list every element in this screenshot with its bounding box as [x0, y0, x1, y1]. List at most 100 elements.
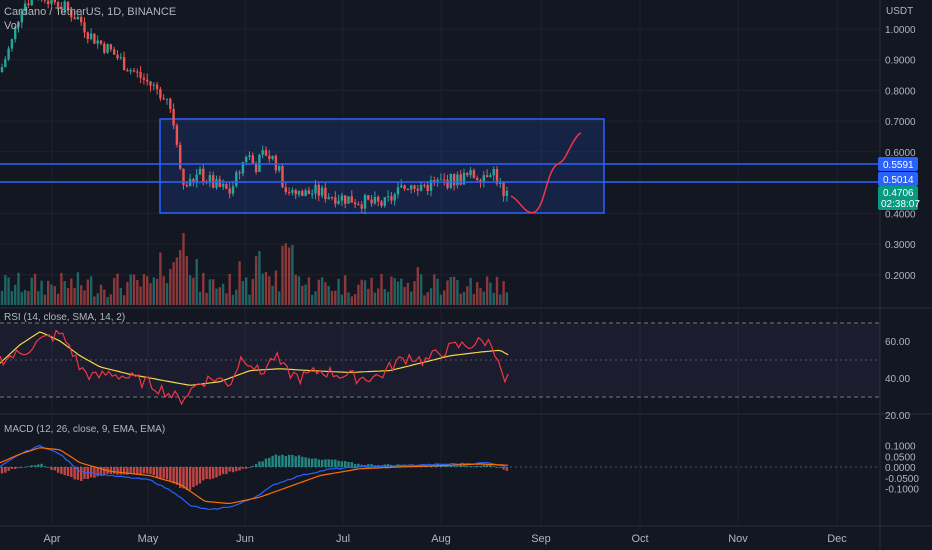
- macd-hist-bar-48: [159, 467, 162, 479]
- volume-bar-131: [433, 274, 436, 305]
- macd-hist-bar-77: [254, 464, 258, 467]
- volume-bar-3: [10, 291, 14, 305]
- macd-axis: 0.10000.05000.0000-0.0500-0.1000: [885, 442, 919, 496]
- macd-hist-bar-66: [218, 467, 221, 476]
- rsi-legend[interactable]: RSI (14, close, SMA, 14, 2): [4, 312, 125, 323]
- candle-body-76: [251, 155, 254, 164]
- candle-body-71: [235, 172, 238, 187]
- candle-body-108: [357, 204, 360, 206]
- candle-body-84: [278, 165, 281, 171]
- volume-bar-108: [357, 284, 360, 305]
- symbol-title[interactable]: Cardano / TetherUS, 1D, BINANCE: [4, 6, 176, 18]
- volume-bar-51: [169, 268, 172, 305]
- candle-body-135: [446, 179, 449, 188]
- candle-body-70: [231, 186, 235, 194]
- candle-body-125: [413, 185, 416, 189]
- macd-hist-bar-141: [466, 465, 469, 467]
- candle-body-72: [238, 172, 241, 174]
- volume-bar-57: [188, 275, 192, 305]
- price-tick-3: 0.7000: [885, 117, 916, 128]
- range-box[interactable]: [159, 118, 605, 214]
- volume-bar-128: [423, 295, 426, 305]
- macd-hist-bar-4: [14, 467, 17, 470]
- volume-bar-25: [83, 290, 86, 305]
- volume-bar-6: [20, 292, 23, 305]
- macd-hist-bar-12: [40, 463, 43, 467]
- volume-bar-138: [456, 280, 459, 305]
- macd-hist-bar-84: [278, 455, 281, 467]
- macd-hist-bar-138: [456, 466, 459, 467]
- trading-chart: 1.00000.90000.80000.70000.60000.50000.40…: [0, 0, 932, 550]
- volume-bar-20: [66, 288, 70, 305]
- candle-body-121: [400, 185, 403, 188]
- macd-hist-bar-45: [149, 467, 152, 475]
- volume-bar-103: [340, 294, 344, 305]
- candle-body-29: [96, 40, 99, 44]
- macd-hist-bar-142: [469, 466, 472, 467]
- candle-body-34: [113, 49, 116, 55]
- level-tag-high-text: 0.5591: [883, 160, 914, 171]
- volume-bar-40: [132, 274, 136, 305]
- macd-hist-bar-94: [311, 458, 314, 467]
- volume-bar-100: [330, 291, 334, 305]
- candle-body-49: [162, 98, 165, 100]
- macd-hist-bar-75: [248, 467, 251, 468]
- macd-hist-bar-107: [353, 463, 357, 467]
- volume-bar-151: [499, 294, 502, 305]
- volume-bar-31: [103, 289, 106, 305]
- volume-bar-80: [264, 271, 268, 305]
- volume-bar-23: [76, 272, 80, 305]
- candle-body-82: [271, 155, 274, 159]
- candle-body-106: [350, 196, 353, 203]
- volume-bar-135: [446, 280, 449, 305]
- volume-bar-70: [231, 294, 235, 305]
- volume-bar-41: [136, 280, 139, 305]
- macd-hist-bar-64: [212, 467, 215, 479]
- candle-body-9: [30, 0, 33, 6]
- volume-bar-58: [192, 277, 195, 305]
- candle-body-60: [198, 168, 202, 175]
- volume-bar-37: [122, 295, 126, 305]
- volume-bar-102: [337, 278, 340, 305]
- volume-bar-117: [386, 291, 390, 305]
- volume-bar-30: [99, 284, 103, 305]
- candle-body-107: [353, 202, 357, 205]
- candle-body-39: [129, 70, 132, 72]
- volume-bar-64: [212, 279, 215, 305]
- volume-bar-115: [380, 273, 383, 305]
- candle-body-66: [218, 179, 221, 187]
- macd-hist-bar-28: [93, 467, 96, 478]
- candle-body-112: [370, 199, 373, 204]
- volume-bar-78: [258, 251, 261, 305]
- time-label-aug: Aug: [431, 533, 451, 545]
- candle-body-100: [330, 197, 334, 199]
- candle-body-69: [228, 188, 231, 194]
- macd-hist-bar-8: [27, 466, 30, 467]
- macd-hist-bar-86: [284, 456, 287, 467]
- volume-bar-85: [281, 245, 284, 305]
- currency-label: USDT: [886, 6, 913, 17]
- macd-hist-bar-19: [63, 467, 66, 476]
- candle-body-147: [485, 175, 489, 178]
- macd-hist-bar-51: [169, 467, 172, 482]
- macd-hist-bar-151: [499, 467, 502, 468]
- macd-legend[interactable]: MACD (12, 26, close, 9, EMA, EMA): [4, 424, 165, 435]
- time-label-sep: Sep: [531, 533, 551, 545]
- volume-bar-72: [238, 261, 241, 305]
- volume-bar-112: [370, 277, 373, 305]
- candle-body-75: [248, 155, 251, 157]
- volume-bar-35: [116, 273, 119, 305]
- last-price-text: 0.4706: [883, 188, 914, 199]
- macd-hist-bar-106: [350, 462, 353, 467]
- candle-body-91: [301, 191, 304, 197]
- macd-hist-bar-69: [228, 467, 231, 472]
- macd-hist-bar-58: [192, 467, 195, 488]
- volume-bar-46: [152, 277, 155, 305]
- volume-bar-148: [489, 282, 492, 305]
- candle-body-132: [436, 179, 439, 182]
- volume-bar-139: [459, 293, 462, 305]
- candle-body-83: [274, 155, 278, 171]
- volume-bar-54: [179, 250, 182, 305]
- candle-body-36: [119, 57, 122, 59]
- volume-legend[interactable]: Vol: [4, 20, 19, 32]
